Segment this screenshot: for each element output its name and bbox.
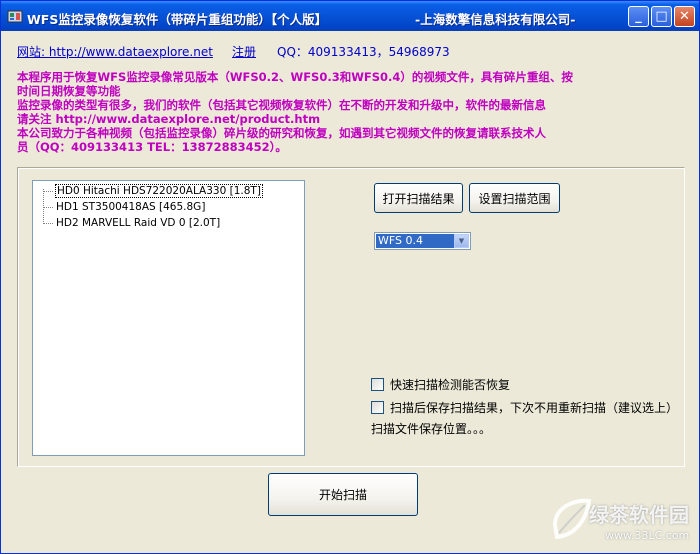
close-icon: ✕ bbox=[679, 9, 690, 24]
quick-scan-label: 快速扫描检测能否恢复 bbox=[390, 378, 511, 392]
minimize-icon: _ bbox=[635, 9, 642, 24]
watermark: 绿茶软件园 www.33LC.com bbox=[549, 495, 697, 551]
disk-item-hd2[interactable]: HD2 MARVELL Raid VD 0 [2.0T] bbox=[43, 215, 221, 231]
maximize-icon: □ bbox=[655, 9, 668, 24]
qq-contact: QQ：409133413，54968973 bbox=[277, 45, 450, 59]
company-name: -上海数擎信息科技有限公司- bbox=[415, 12, 576, 27]
close-button[interactable]: ✕ bbox=[674, 6, 695, 27]
tree-connector bbox=[43, 190, 53, 192]
disk-label: HD0 Hitachi HDS722020ALA330 [1.8T] bbox=[55, 184, 263, 198]
save-after-scan-label: 扫描后保存扫描结果，下次不用重新扫描（建议选上） bbox=[390, 401, 679, 415]
register-link[interactable]: 注册 bbox=[232, 43, 256, 60]
save-after-scan-checkbox[interactable] bbox=[371, 401, 384, 414]
tree-connector bbox=[43, 222, 53, 224]
disk-label: HD1 ST3500418AS [465.8G] bbox=[56, 201, 206, 213]
disk-item-hd0[interactable]: HD0 Hitachi HDS722020ALA330 [1.8T] bbox=[43, 183, 263, 199]
description-line: 请关注 http://www.dataexplore.net/product.h… bbox=[17, 112, 321, 126]
description-line: 本程序用于恢复WFS监控录像常见版本（WFS0.2、WFS0.3和WFS0.4）… bbox=[17, 70, 573, 84]
quick-scan-option[interactable]: 快速扫描检测能否恢复 bbox=[371, 376, 510, 393]
quick-scan-checkbox[interactable] bbox=[371, 378, 384, 391]
wfs-version-select[interactable]: WFS 0.4 ▼ bbox=[374, 232, 471, 250]
selected-version: WFS 0.4 bbox=[376, 234, 454, 248]
main-window: WFS监控录像恢复软件（带碎片重组功能）【个人版】 -上海数擎信息科技有限公司-… bbox=[0, 0, 700, 554]
disk-item-hd1[interactable]: HD1 ST3500418AS [465.8G] bbox=[43, 199, 206, 215]
open-scan-result-button[interactable]: 打开扫描结果 bbox=[374, 183, 463, 213]
disk-tree[interactable]: HD0 Hitachi HDS722020ALA330 [1.8T] HD1 S… bbox=[32, 180, 305, 456]
save-after-scan-option[interactable]: 扫描后保存扫描结果，下次不用重新扫描（建议选上） bbox=[371, 399, 678, 416]
app-icon bbox=[7, 10, 23, 23]
watermark-text: 绿茶软件园 bbox=[589, 503, 689, 527]
chevron-down-icon[interactable]: ▼ bbox=[454, 234, 469, 248]
title-bar[interactable]: WFS监控录像恢复软件（带碎片重组功能）【个人版】 -上海数擎信息科技有限公司-… bbox=[1, 1, 699, 31]
leaf-logo-icon bbox=[552, 498, 592, 540]
description-line: 监控录像的类型有很多，我们的软件（包括其它视频恢复软件）在不断的开发和升级中，软… bbox=[17, 98, 546, 112]
set-scan-range-button[interactable]: 设置扫描范围 bbox=[469, 183, 560, 213]
window-title: WFS监控录像恢复软件（带碎片重组功能）【个人版】 bbox=[27, 12, 328, 27]
start-scan-button[interactable]: 开始扫描 bbox=[268, 473, 418, 516]
minimize-button[interactable]: _ bbox=[628, 6, 649, 27]
description-text: 本程序用于恢复WFS监控录像常见版本（WFS0.2、WFS0.3和WFS0.4）… bbox=[17, 70, 657, 154]
tree-connector bbox=[43, 206, 53, 208]
disk-label: HD2 MARVELL Raid VD 0 [2.0T] bbox=[56, 217, 221, 229]
maximize-button[interactable]: □ bbox=[651, 6, 672, 27]
description-line: 本公司致力于各种视频（包括监控录像）碎片级的研究和恢复，如遇到其它视频文件的恢复… bbox=[17, 126, 546, 140]
save-location-label: 扫描文件保存位置。。。 bbox=[371, 422, 492, 436]
description-line: 时间日期恢复等功能 bbox=[17, 84, 121, 98]
description-line: 员（QQ：409133413 TEL：13872883452）。 bbox=[17, 140, 287, 154]
website-link[interactable]: 网站: http://www.dataexplore.net bbox=[17, 43, 213, 60]
watermark-url: www.33LC.com bbox=[605, 529, 690, 542]
